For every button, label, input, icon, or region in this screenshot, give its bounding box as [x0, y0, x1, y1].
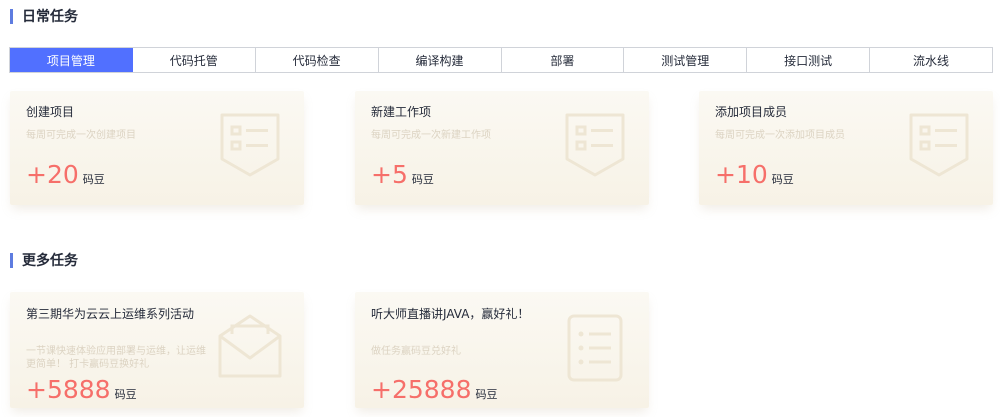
reward-unit: 码豆	[475, 388, 498, 401]
reward-unit: 码豆	[411, 173, 434, 186]
task-description: 一节课快速体验应用部署与运维，让运维更简单！ 打卡赢码豆换好礼	[26, 346, 206, 370]
task-title: 新建工作项	[371, 105, 432, 119]
reward-amount: +20	[26, 160, 79, 189]
reward-amount: +5888	[26, 375, 111, 404]
more-tasks-heading: 更多任务	[10, 251, 78, 269]
reward-amount: +10	[715, 160, 768, 189]
tab-build[interactable]: 编译构建	[378, 48, 502, 72]
tab-code-hosting[interactable]: 代码托管	[132, 48, 256, 72]
task-title: 听大师直播讲JAVA，赢好礼！	[371, 307, 530, 321]
document-list-icon	[567, 314, 623, 382]
task-description: 做任务赢码豆兑好礼	[371, 346, 461, 357]
daily-tasks-heading: 日常任务	[10, 7, 78, 25]
task-card-huawei-cloud-ops[interactable]: 第三期华为云云上运维系列活动 一节课快速体验应用部署与运维，让运维更简单！ 打卡…	[10, 292, 304, 408]
task-description: 每周可完成一次创建项目	[26, 130, 136, 141]
tab-project-management[interactable]: 项目管理	[10, 48, 133, 72]
task-description: 每周可完成一次添加项目成员	[715, 130, 845, 141]
task-card-new-work-item[interactable]: 新建工作项 每周可完成一次新建工作项 +5 码豆	[355, 91, 649, 205]
reward-amount: +5	[371, 160, 408, 189]
form-list-icon	[565, 113, 625, 177]
reward-amount: +25888	[371, 375, 472, 404]
task-reward: +10 码豆	[715, 161, 794, 188]
task-reward: +20 码豆	[26, 161, 105, 188]
reward-unit: 码豆	[114, 388, 137, 401]
task-title: 添加项目成员	[715, 105, 788, 119]
task-reward: +5 码豆	[371, 161, 434, 188]
tab-pipeline[interactable]: 流水线	[870, 48, 992, 72]
tab-test-management[interactable]: 测试管理	[624, 48, 748, 72]
section-title: 日常任务	[22, 9, 78, 25]
section-accent-bar	[10, 8, 13, 24]
section-title: 更多任务	[22, 253, 78, 269]
reward-unit: 码豆	[771, 173, 794, 186]
task-description: 每周可完成一次新建工作项	[371, 130, 491, 141]
category-tabs: 项目管理 代码托管 代码检查 编译构建 部署 测试管理 接口测试 流水线	[9, 47, 993, 73]
task-card-add-member[interactable]: 添加项目成员 每周可完成一次添加项目成员 +10 码豆	[699, 91, 993, 205]
envelope-icon	[218, 314, 282, 378]
task-reward: +25888 码豆	[371, 376, 497, 403]
task-title: 第三期华为云云上运维系列活动	[26, 307, 195, 321]
task-title: 创建项目	[26, 105, 75, 119]
tab-code-check[interactable]: 代码检查	[255, 48, 379, 72]
tab-deploy[interactable]: 部署	[501, 48, 625, 72]
tab-api-test[interactable]: 接口测试	[747, 48, 871, 72]
section-accent-bar	[10, 252, 13, 268]
task-card-java-live[interactable]: 听大师直播讲JAVA，赢好礼！ 做任务赢码豆兑好礼 +25888 码豆	[355, 292, 649, 408]
task-reward: +5888 码豆	[26, 376, 137, 403]
reward-unit: 码豆	[82, 173, 105, 186]
form-list-icon	[909, 113, 969, 177]
form-list-icon	[220, 113, 280, 177]
task-card-create-project[interactable]: 创建项目 每周可完成一次创建项目 +20 码豆	[10, 91, 304, 205]
